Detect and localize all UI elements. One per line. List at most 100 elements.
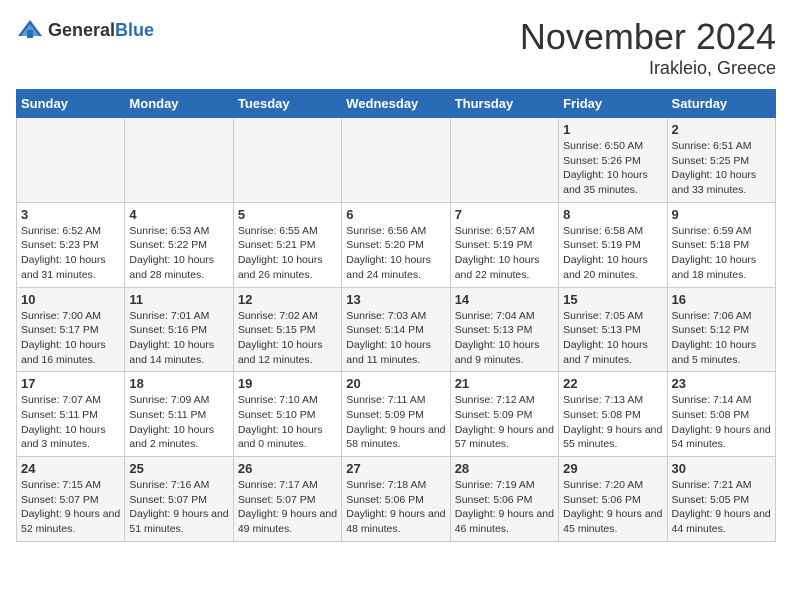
day-info: Sunrise: 7:04 AM Sunset: 5:13 PM Dayligh… [455,309,554,368]
calendar-cell: 13 Sunrise: 7:03 AM Sunset: 5:14 PM Dayli… [342,287,450,372]
day-number: 4 [129,207,228,222]
day-number: 17 [21,376,120,391]
calendar-cell: 20 Sunrise: 7:11 AM Sunset: 5:09 PM Dayli… [342,372,450,457]
calendar-cell: 24Sunrise: 7:15 AM Sunset: 5:07 PM Dayli… [17,457,125,542]
day-info: Sunrise: 7:21 AM Sunset: 5:05 PM Dayligh… [672,478,771,537]
calendar-week-row: 24Sunrise: 7:15 AM Sunset: 5:07 PM Dayli… [17,457,776,542]
day-info: Sunrise: 7:02 AM Sunset: 5:15 PM Dayligh… [238,309,337,368]
calendar-cell: 22 Sunrise: 7:13 AM Sunset: 5:08 PM Dayli… [559,372,667,457]
day-info: Sunrise: 7:13 AM Sunset: 5:08 PM Dayligh… [563,393,662,452]
day-info: Sunrise: 6:59 AM Sunset: 5:18 PM Dayligh… [672,224,771,283]
day-info: Sunrise: 7:00 AM Sunset: 5:17 PM Dayligh… [21,309,120,368]
calendar-cell: 8 Sunrise: 6:58 AM Sunset: 5:19 PM Daylig… [559,202,667,287]
day-number: 20 [346,376,445,391]
day-info: Sunrise: 7:15 AM Sunset: 5:07 PM Dayligh… [21,478,120,537]
page-header: GeneralBlue November 2024 Irakleio, Gree… [16,16,776,79]
day-number: 8 [563,207,662,222]
calendar-cell: 4 Sunrise: 6:53 AM Sunset: 5:22 PM Daylig… [125,202,233,287]
day-info: Sunrise: 7:14 AM Sunset: 5:08 PM Dayligh… [672,393,771,452]
day-number: 3 [21,207,120,222]
day-number: 7 [455,207,554,222]
day-info: Sunrise: 6:57 AM Sunset: 5:19 PM Dayligh… [455,224,554,283]
day-of-week-header: Friday [559,90,667,118]
calendar-cell: 6Sunrise: 6:56 AM Sunset: 5:20 PM Daylig… [342,202,450,287]
day-info: Sunrise: 7:03 AM Sunset: 5:14 PM Dayligh… [346,309,445,368]
day-number: 12 [238,292,337,307]
calendar-cell [17,118,125,203]
calendar-cell [342,118,450,203]
calendar-cell: 5 Sunrise: 6:55 AM Sunset: 5:21 PM Daylig… [233,202,341,287]
calendar-cell: 9 Sunrise: 6:59 AM Sunset: 5:18 PM Daylig… [667,202,775,287]
day-of-week-header: Sunday [17,90,125,118]
month-title: November 2024 [520,16,776,58]
day-info: Sunrise: 6:52 AM Sunset: 5:23 PM Dayligh… [21,224,120,283]
calendar-cell: 21Sunrise: 7:12 AM Sunset: 5:09 PM Dayli… [450,372,558,457]
location: Irakleio, Greece [520,58,776,79]
logo-icon [16,16,44,44]
day-info: Sunrise: 6:55 AM Sunset: 5:21 PM Dayligh… [238,224,337,283]
day-number: 14 [455,292,554,307]
calendar-cell: 1Sunrise: 6:50 AM Sunset: 5:26 PM Daylig… [559,118,667,203]
calendar-week-row: 10 Sunrise: 7:00 AM Sunset: 5:17 PM Dayli… [17,287,776,372]
day-number: 29 [563,461,662,476]
day-info: Sunrise: 7:19 AM Sunset: 5:06 PM Dayligh… [455,478,554,537]
calendar-cell: 17 Sunrise: 7:07 AM Sunset: 5:11 PM Dayli… [17,372,125,457]
day-number: 18 [129,376,228,391]
day-number: 13 [346,292,445,307]
calendar-header: SundayMondayTuesdayWednesdayThursdayFrid… [17,90,776,118]
day-info: Sunrise: 7:11 AM Sunset: 5:09 PM Dayligh… [346,393,445,452]
title-block: November 2024 Irakleio, Greece [520,16,776,79]
calendar-cell [125,118,233,203]
day-info: Sunrise: 7:07 AM Sunset: 5:11 PM Dayligh… [21,393,120,452]
logo-general: General [48,20,115,40]
calendar-cell: 28Sunrise: 7:19 AM Sunset: 5:06 PM Dayli… [450,457,558,542]
day-info: Sunrise: 7:16 AM Sunset: 5:07 PM Dayligh… [129,478,228,537]
day-info: Sunrise: 7:06 AM Sunset: 5:12 PM Dayligh… [672,309,771,368]
day-number: 23 [672,376,771,391]
day-number: 9 [672,207,771,222]
day-info: Sunrise: 7:17 AM Sunset: 5:07 PM Dayligh… [238,478,337,537]
calendar-cell [450,118,558,203]
calendar-cell: 29 Sunrise: 7:20 AM Sunset: 5:06 PM Dayli… [559,457,667,542]
day-of-week-header: Wednesday [342,90,450,118]
day-info: Sunrise: 7:10 AM Sunset: 5:10 PM Dayligh… [238,393,337,452]
day-number: 5 [238,207,337,222]
day-info: Sunrise: 6:53 AM Sunset: 5:22 PM Dayligh… [129,224,228,283]
calendar-cell: 2 Sunrise: 6:51 AM Sunset: 5:25 PM Daylig… [667,118,775,203]
calendar-cell: 14 Sunrise: 7:04 AM Sunset: 5:13 PM Dayli… [450,287,558,372]
header-row: SundayMondayTuesdayWednesdayThursdayFrid… [17,90,776,118]
day-number: 21 [455,376,554,391]
calendar-cell: 18Sunrise: 7:09 AM Sunset: 5:11 PM Dayli… [125,372,233,457]
calendar-cell: 16 Sunrise: 7:06 AM Sunset: 5:12 PM Dayli… [667,287,775,372]
day-number: 30 [672,461,771,476]
day-number: 2 [672,122,771,137]
calendar-cell: 25 Sunrise: 7:16 AM Sunset: 5:07 PM Dayli… [125,457,233,542]
calendar-cell: 19 Sunrise: 7:10 AM Sunset: 5:10 PM Dayli… [233,372,341,457]
day-number: 16 [672,292,771,307]
calendar-week-row: 1Sunrise: 6:50 AM Sunset: 5:26 PM Daylig… [17,118,776,203]
day-number: 1 [563,122,662,137]
calendar-table: SundayMondayTuesdayWednesdayThursdayFrid… [16,89,776,542]
calendar-cell: 11Sunrise: 7:01 AM Sunset: 5:16 PM Dayli… [125,287,233,372]
day-number: 19 [238,376,337,391]
day-number: 22 [563,376,662,391]
calendar-cell: 7 Sunrise: 6:57 AM Sunset: 5:19 PM Daylig… [450,202,558,287]
calendar-cell: 15Sunrise: 7:05 AM Sunset: 5:13 PM Dayli… [559,287,667,372]
day-number: 15 [563,292,662,307]
calendar-body: 1Sunrise: 6:50 AM Sunset: 5:26 PM Daylig… [17,118,776,542]
calendar-cell: 30 Sunrise: 7:21 AM Sunset: 5:05 PM Dayli… [667,457,775,542]
calendar-cell [233,118,341,203]
day-info: Sunrise: 7:01 AM Sunset: 5:16 PM Dayligh… [129,309,228,368]
calendar-cell: 26 Sunrise: 7:17 AM Sunset: 5:07 PM Dayli… [233,457,341,542]
day-info: Sunrise: 6:51 AM Sunset: 5:25 PM Dayligh… [672,139,771,198]
logo-blue: Blue [115,20,154,40]
day-number: 10 [21,292,120,307]
day-number: 26 [238,461,337,476]
day-of-week-header: Monday [125,90,233,118]
day-info: Sunrise: 7:20 AM Sunset: 5:06 PM Dayligh… [563,478,662,537]
day-info: Sunrise: 6:58 AM Sunset: 5:19 PM Dayligh… [563,224,662,283]
logo-text: GeneralBlue [48,20,154,41]
day-number: 25 [129,461,228,476]
calendar-week-row: 17 Sunrise: 7:07 AM Sunset: 5:11 PM Dayli… [17,372,776,457]
day-number: 27 [346,461,445,476]
